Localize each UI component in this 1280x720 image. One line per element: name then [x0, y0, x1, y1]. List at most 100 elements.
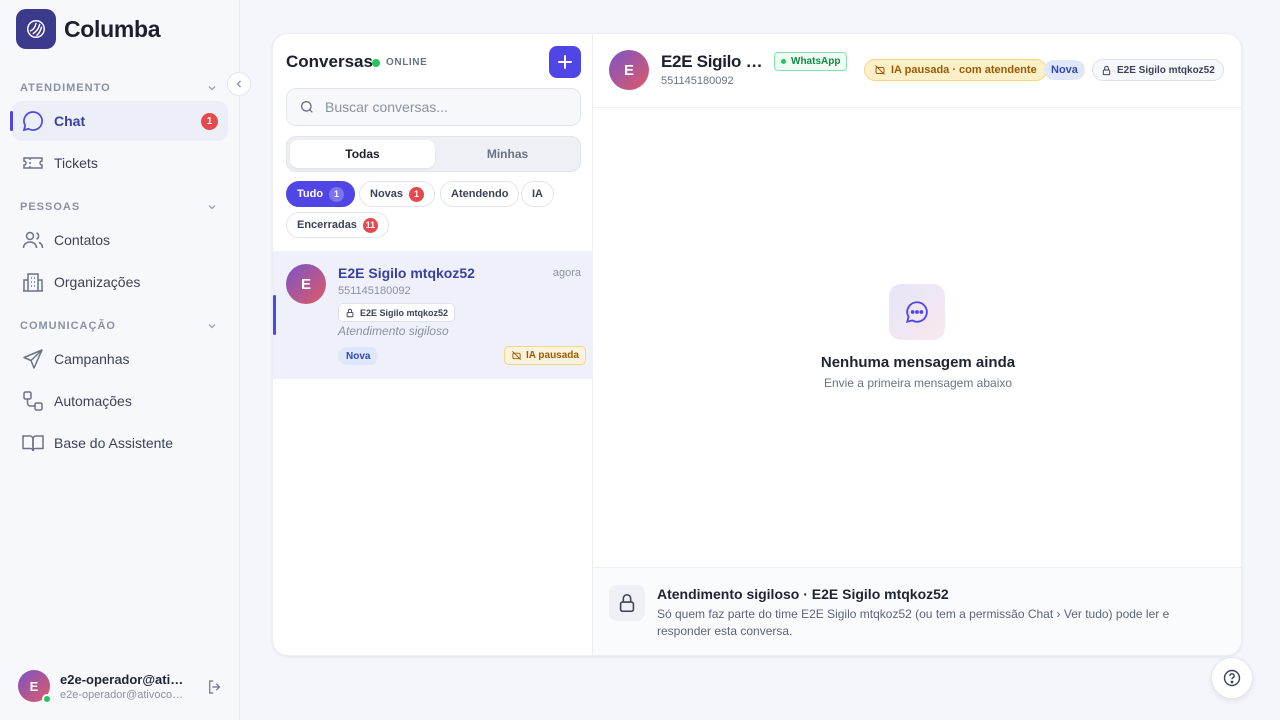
contact-phone: 551145180092 [338, 285, 411, 297]
ia-status-label: IA pausada · com atendente [891, 64, 1037, 76]
brand-name: Columba [64, 15, 161, 42]
active-indicator [10, 111, 13, 131]
channel-dot [781, 59, 786, 64]
filter-tudo[interactable]: Tudo 1 [286, 181, 356, 207]
ticket-icon [20, 150, 46, 176]
sidebar-item-label: Base do Assistente [54, 435, 174, 451]
filter-encerradas[interactable]: Encerradas 11 [286, 212, 389, 238]
user-email: e2e-operador@ativocodigo [60, 688, 188, 701]
section-title-atendimento[interactable]: ATENDIMENTO [20, 82, 111, 94]
user-profile[interactable]: E e2e-operador@ativocodigo e2e-operador@… [18, 670, 228, 704]
building-icon [20, 269, 46, 295]
scope-tabs: Todas Minhas [286, 136, 581, 172]
lock-icon [1102, 65, 1111, 75]
filter-count: 1 [409, 186, 425, 202]
sidebar-item-chat[interactable]: Chat 1 [10, 101, 228, 141]
panel-title: Conversas [286, 52, 373, 71]
online-status-dot [42, 694, 52, 704]
filter-atendendo[interactable]: Atendendo [440, 181, 520, 207]
contact-name: E2E Sigilo mtqkoz52 [338, 265, 475, 281]
message-preview: Atendimento sigiloso [338, 324, 449, 338]
status-badge: Nova [338, 347, 379, 365]
team-label: E2E Sigilo mtqkoz52 [360, 307, 449, 318]
conversation-list-item[interactable]: E E2E Sigilo mtqkoz52 agora 551145180092… [273, 251, 593, 379]
filter-ia[interactable]: IA [521, 181, 554, 207]
ia-status-badge[interactable]: IA pausada · com atendente [864, 59, 1047, 81]
agent-status[interactable]: ONLINE [372, 57, 427, 68]
filter-label: IA [532, 188, 543, 200]
lock-icon [609, 585, 645, 621]
question-icon [1223, 669, 1241, 687]
columba-logo-icon [16, 9, 56, 49]
team-tag: E2E Sigilo mtqkoz52 [338, 303, 456, 322]
filter-label: Encerradas [297, 219, 357, 231]
ia-paused-badge: IA pausada [504, 346, 586, 365]
search-box [286, 88, 581, 126]
contact-name[interactable]: E2E Sigilo mtqkoz52 [661, 52, 766, 72]
sidebar-item-automacoes[interactable]: Automações [12, 381, 228, 421]
status-badge: Nova [1044, 60, 1085, 80]
tab-todas[interactable]: Todas [290, 140, 435, 168]
filter-label: Tudo [297, 188, 324, 200]
notice-text: Só quem faz parte do time E2E Sigilo mtq… [657, 607, 1170, 638]
notice-title: Atendimento sigiloso · E2E Sigilo mtqkoz… [657, 586, 949, 602]
tab-minhas[interactable]: Minhas [435, 140, 580, 168]
ai-off-icon [875, 65, 885, 75]
team-label: E2E Sigilo mtqkoz52 [1117, 64, 1215, 76]
sidebar-item-campanhas[interactable]: Campanhas [12, 339, 228, 379]
filter-count: 11 [362, 217, 378, 233]
user-info: e2e-operador@ativocodigo e2e-operador@at… [60, 672, 188, 701]
avatar: E [18, 670, 52, 704]
sidebar: Columba ATENDIMENTO Chat 1 Tickets PESSO… [0, 0, 251, 720]
brand[interactable]: Columba [16, 9, 161, 49]
chat-panel: E E2E Sigilo mtqkoz52 551145180092 Whats… [593, 34, 1241, 655]
new-conversation-button[interactable] [549, 46, 581, 78]
chevron-left-icon [236, 80, 241, 88]
send-icon [20, 346, 46, 372]
avatar-initial: E [29, 678, 39, 694]
logout-icon[interactable] [206, 678, 224, 701]
message-dots-icon [889, 284, 945, 340]
chevron-down-icon[interactable] [206, 201, 218, 213]
user-name: e2e-operador@ativocodigo [60, 671, 188, 687]
sidebar-item-organizacoes[interactable]: Organizações [12, 262, 228, 302]
lock-icon [346, 308, 354, 317]
conversation-panel: Conversas ONLINE Todas Minhas Tudo 1 Nov… [273, 34, 593, 655]
channel-badge: WhatsApp [774, 52, 848, 71]
sidebar-item-label: Chat [54, 113, 86, 129]
ai-off-icon [512, 351, 521, 360]
plus-icon [558, 55, 572, 69]
sidebar-item-contatos[interactable]: Contatos [12, 220, 228, 260]
sidebar-item-label: Organizações [54, 274, 141, 290]
sidebar-item-label: Automações [54, 393, 132, 409]
unread-badge: 1 [201, 113, 218, 130]
selected-indicator [273, 295, 276, 335]
section-title-pessoas[interactable]: PESSOAS [20, 201, 80, 213]
collapse-sidebar-button[interactable] [227, 72, 251, 96]
status-label: ONLINE [386, 57, 428, 68]
search-input[interactable] [325, 99, 565, 115]
filter-label: Novas [370, 188, 404, 200]
sidebar-item-tickets[interactable]: Tickets [12, 143, 228, 183]
search-icon [301, 101, 313, 113]
help-button[interactable] [1211, 657, 1253, 699]
avatar: E [286, 264, 326, 304]
confidential-notice: Atendimento sigiloso · E2E Sigilo mtqkoz… [593, 567, 1241, 655]
chevron-down-icon[interactable] [206, 320, 218, 332]
chevron-down-icon[interactable] [206, 82, 218, 94]
status-dot [372, 58, 380, 67]
sidebar-item-label: Contatos [54, 232, 111, 248]
ia-label: IA pausada [526, 350, 579, 361]
section-title-comunicacao[interactable]: COMUNICAÇÃO [20, 320, 116, 332]
channel-label: WhatsApp [791, 56, 841, 67]
sidebar-item-label: Tickets [54, 155, 98, 171]
filter-novas[interactable]: Novas 1 [359, 181, 436, 207]
sidebar-item-base-do-assistente[interactable]: Base do Assistente [12, 423, 228, 463]
workflow-icon [20, 388, 46, 414]
contact-phone: 551145180092 [661, 75, 734, 87]
book-icon [20, 430, 46, 456]
avatar[interactable]: E [609, 50, 649, 90]
inbox-card: Conversas ONLINE Todas Minhas Tudo 1 Nov… [272, 33, 1242, 656]
users-icon [20, 227, 46, 253]
sidebar-item-label: Campanhas [54, 351, 130, 367]
